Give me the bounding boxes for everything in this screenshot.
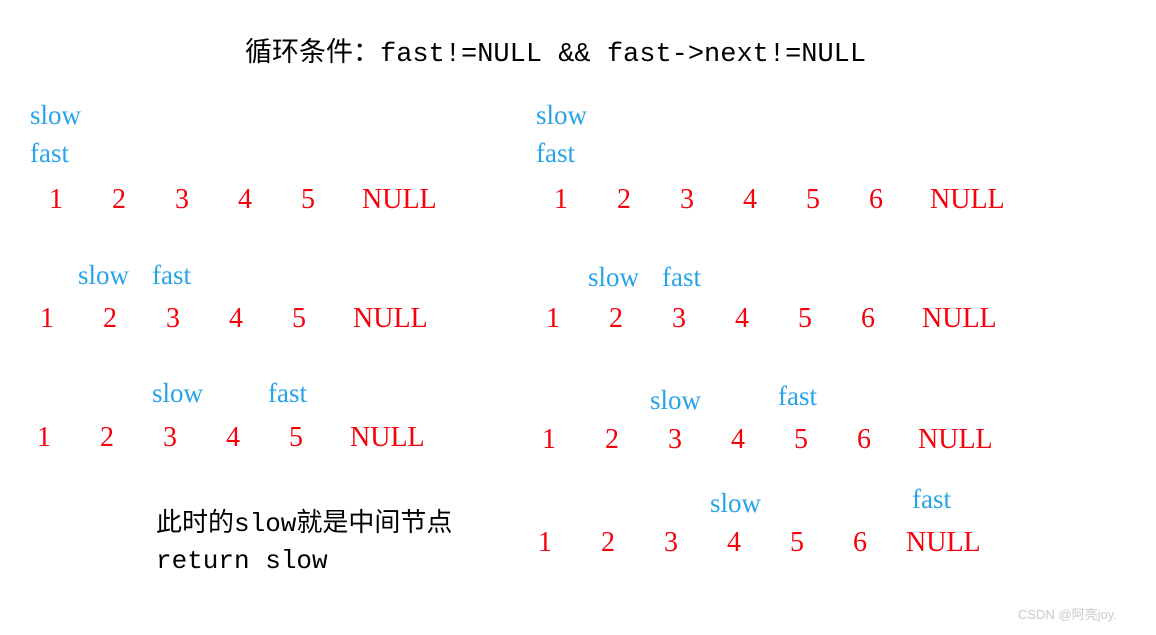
list-node: 5 [806,184,820,215]
list-node: 1 [49,184,63,215]
list-node-null: NULL [350,422,425,453]
list-node-null: NULL [353,303,428,334]
list-node: 3 [668,424,682,455]
list-node: 6 [861,303,875,334]
list-node: 5 [790,527,804,558]
list-node: 1 [554,184,568,215]
pointer-fast-label: fast [30,138,69,168]
list-node-null: NULL [906,527,981,558]
list-node: 4 [727,527,741,558]
list-node: 6 [869,184,883,215]
pointer-fast-label: fast [778,381,817,411]
pointer-fast-label: fast [662,262,701,292]
list-node: 3 [680,184,694,215]
conclusion-line-2: return slow [156,546,328,576]
list-node: 4 [735,303,749,334]
list-node: 1 [546,303,560,334]
list-node: 2 [601,527,615,558]
list-node: 3 [175,184,189,215]
pointer-slow-label: slow [30,100,82,130]
list-node: 1 [542,424,556,455]
pointer-slow-label: slow [152,378,204,408]
list-node-null: NULL [930,184,1005,215]
pointer-fast-label: fast [268,378,307,408]
list-node: 3 [166,303,180,334]
list-node: 5 [289,422,303,453]
list-node: 4 [743,184,757,215]
pointer-slow-label: slow [588,262,640,292]
watermark: CSDN @阿亮joy. [1018,607,1117,622]
list-node: 5 [301,184,315,215]
list-node: 2 [103,303,117,334]
pointer-fast-label: fast [152,260,191,290]
list-node: 2 [609,303,623,334]
list-node: 2 [100,422,114,453]
list-node: 1 [538,527,552,558]
diagram-canvas: 循环条件：fast!=NULL && fast->next!=NULL slow… [0,0,1156,635]
list-node: 3 [163,422,177,453]
page-title: 循环条件：fast!=NULL && fast->next!=NULL [245,40,867,70]
list-node-null: NULL [922,303,997,334]
pointer-slow-label: slow [78,260,130,290]
list-node: 5 [292,303,306,334]
list-node: 4 [226,422,240,453]
pointer-slow-label: slow [536,100,588,130]
list-node: 1 [40,303,54,334]
pointer-fast-label: fast [912,484,951,514]
conclusion-line-1: 此时的slow就是中间节点 [156,509,453,539]
list-node: 3 [672,303,686,334]
list-node-null: NULL [362,184,437,215]
list-node: 4 [229,303,243,334]
pointer-slow-label: slow [650,385,702,415]
list-node: 4 [731,424,745,455]
pointer-slow-label: slow [710,488,762,518]
list-node: 3 [664,527,678,558]
list-node: 1 [37,422,51,453]
list-node: 4 [238,184,252,215]
pointer-fast-label: fast [536,138,575,168]
list-node: 2 [112,184,126,215]
list-node: 5 [794,424,808,455]
list-node-null: NULL [918,424,993,455]
list-node: 2 [605,424,619,455]
list-node: 6 [857,424,871,455]
list-node: 5 [798,303,812,334]
list-node: 2 [617,184,631,215]
list-node: 6 [853,527,867,558]
